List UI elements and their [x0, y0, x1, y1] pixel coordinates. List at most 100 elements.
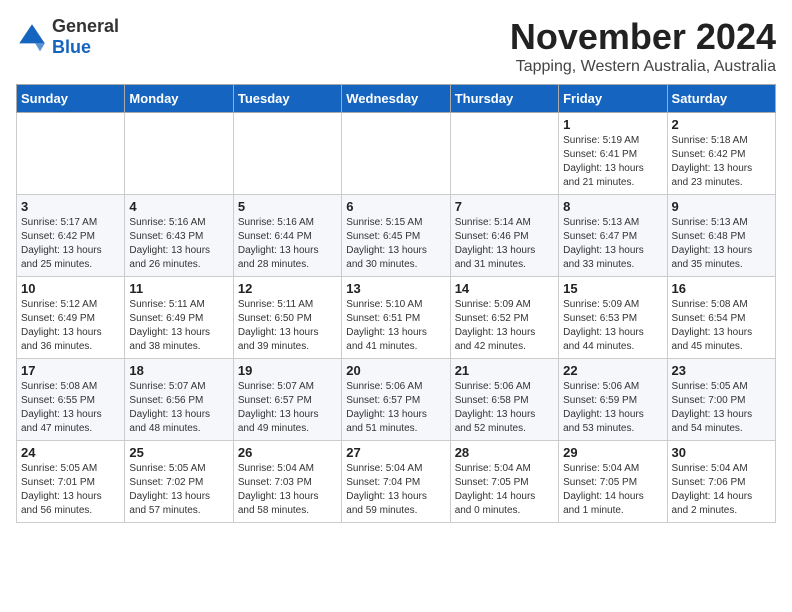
day-info: Sunrise: 5:09 AM Sunset: 6:52 PM Dayligh… — [455, 298, 554, 354]
day-info: Sunrise: 5:16 AM Sunset: 6:44 PM Dayligh… — [238, 216, 337, 272]
day-info: Sunrise: 5:04 AM Sunset: 7:04 PM Dayligh… — [346, 462, 445, 518]
calendar-week-row: 1Sunrise: 5:19 AM Sunset: 6:41 PM Daylig… — [17, 113, 776, 195]
calendar-cell: 10 Sunrise: 5:12 AM Sunset: 6:49 PM Dayli… — [17, 277, 125, 359]
day-info: Sunrise: 5:13 AM Sunset: 6:48 PM Dayligh… — [672, 216, 771, 272]
calendar-cell: 30 Sunrise: 5:04 AM Sunset: 7:06 PM Dayli… — [667, 441, 775, 523]
logo-blue-text: Blue — [52, 37, 119, 58]
weekday-header: Thursday — [450, 85, 558, 113]
day-info: Sunrise: 5:16 AM Sunset: 6:43 PM Dayligh… — [129, 216, 228, 272]
day-info: Sunrise: 5:17 AM Sunset: 6:42 PM Dayligh… — [21, 216, 120, 272]
calendar-cell: 6 Sunrise: 5:15 AM Sunset: 6:45 PM Daylig… — [342, 195, 450, 277]
day-info: Sunrise: 5:07 AM Sunset: 6:57 PM Dayligh… — [238, 380, 337, 436]
calendar-cell — [233, 113, 341, 195]
day-info: Sunrise: 5:05 AM Sunset: 7:01 PM Dayligh… — [21, 462, 120, 518]
day-number: 27 — [346, 445, 445, 460]
calendar-header-row: SundayMondayTuesdayWednesdayThursdayFrid… — [17, 85, 776, 113]
calendar-cell: 28 Sunrise: 5:04 AM Sunset: 7:05 PM Dayli… — [450, 441, 558, 523]
calendar-cell: 14 Sunrise: 5:09 AM Sunset: 6:52 PM Dayli… — [450, 277, 558, 359]
calendar-cell: 20Sunrise: 5:06 AM Sunset: 6:57 PM Dayli… — [342, 359, 450, 441]
weekday-header: Saturday — [667, 85, 775, 113]
day-info: Sunrise: 5:12 AM Sunset: 6:49 PM Dayligh… — [21, 298, 120, 354]
calendar-cell: 18 Sunrise: 5:07 AM Sunset: 6:56 PM Dayli… — [125, 359, 233, 441]
month-title: November 2024 — [510, 16, 776, 58]
calendar-cell: 9 Sunrise: 5:13 AM Sunset: 6:48 PM Daylig… — [667, 195, 775, 277]
logo-general-text: General — [52, 16, 119, 37]
day-number: 3 — [21, 199, 120, 214]
header: General Blue November 2024 Tapping, West… — [16, 16, 776, 76]
day-info: Sunrise: 5:09 AM Sunset: 6:53 PM Dayligh… — [563, 298, 662, 354]
weekday-header: Wednesday — [342, 85, 450, 113]
day-number: 5 — [238, 199, 337, 214]
calendar-cell: 25Sunrise: 5:05 AM Sunset: 7:02 PM Dayli… — [125, 441, 233, 523]
day-number: 2 — [672, 117, 771, 132]
calendar-cell: 23 Sunrise: 5:05 AM Sunset: 7:00 PM Dayli… — [667, 359, 775, 441]
day-number: 10 — [21, 281, 120, 296]
calendar-cell: 24Sunrise: 5:05 AM Sunset: 7:01 PM Dayli… — [17, 441, 125, 523]
calendar-cell: 19 Sunrise: 5:07 AM Sunset: 6:57 PM Dayli… — [233, 359, 341, 441]
calendar-week-row: 10 Sunrise: 5:12 AM Sunset: 6:49 PM Dayli… — [17, 277, 776, 359]
day-number: 16 — [672, 281, 771, 296]
calendar-cell: 17 Sunrise: 5:08 AM Sunset: 6:55 PM Dayli… — [17, 359, 125, 441]
day-number: 19 — [238, 363, 337, 378]
calendar-cell: 26Sunrise: 5:04 AM Sunset: 7:03 PM Dayli… — [233, 441, 341, 523]
day-number: 30 — [672, 445, 771, 460]
day-info: Sunrise: 5:07 AM Sunset: 6:56 PM Dayligh… — [129, 380, 228, 436]
calendar-cell: 16 Sunrise: 5:08 AM Sunset: 6:54 PM Dayli… — [667, 277, 775, 359]
calendar-cell: 12 Sunrise: 5:11 AM Sunset: 6:50 PM Dayli… — [233, 277, 341, 359]
title-area: November 2024 Tapping, Western Australia… — [510, 16, 776, 76]
day-info: Sunrise: 5:15 AM Sunset: 6:45 PM Dayligh… — [346, 216, 445, 272]
day-number: 7 — [455, 199, 554, 214]
day-info: Sunrise: 5:08 AM Sunset: 6:54 PM Dayligh… — [672, 298, 771, 354]
day-info: Sunrise: 5:05 AM Sunset: 7:00 PM Dayligh… — [672, 380, 771, 436]
calendar-cell — [125, 113, 233, 195]
day-info: Sunrise: 5:19 AM Sunset: 6:41 PM Dayligh… — [563, 134, 662, 190]
day-number: 12 — [238, 281, 337, 296]
calendar-table: SundayMondayTuesdayWednesdayThursdayFrid… — [16, 84, 776, 523]
logo: General Blue — [16, 16, 119, 58]
day-info: Sunrise: 5:11 AM Sunset: 6:49 PM Dayligh… — [129, 298, 228, 354]
day-info: Sunrise: 5:04 AM Sunset: 7:05 PM Dayligh… — [455, 462, 554, 518]
day-info: Sunrise: 5:04 AM Sunset: 7:05 PM Dayligh… — [563, 462, 662, 518]
weekday-header: Friday — [559, 85, 667, 113]
day-number: 18 — [129, 363, 228, 378]
calendar-cell: 21 Sunrise: 5:06 AM Sunset: 6:58 PM Dayli… — [450, 359, 558, 441]
day-info: Sunrise: 5:08 AM Sunset: 6:55 PM Dayligh… — [21, 380, 120, 436]
day-number: 11 — [129, 281, 228, 296]
day-info: Sunrise: 5:04 AM Sunset: 7:03 PM Dayligh… — [238, 462, 337, 518]
calendar-week-row: 17 Sunrise: 5:08 AM Sunset: 6:55 PM Dayli… — [17, 359, 776, 441]
location-title: Tapping, Western Australia, Australia — [510, 58, 776, 76]
day-info: Sunrise: 5:14 AM Sunset: 6:46 PM Dayligh… — [455, 216, 554, 272]
calendar-cell: 29Sunrise: 5:04 AM Sunset: 7:05 PM Dayli… — [559, 441, 667, 523]
day-info: Sunrise: 5:11 AM Sunset: 6:50 PM Dayligh… — [238, 298, 337, 354]
calendar-cell: 3 Sunrise: 5:17 AM Sunset: 6:42 PM Daylig… — [17, 195, 125, 277]
calendar-cell: 5 Sunrise: 5:16 AM Sunset: 6:44 PM Daylig… — [233, 195, 341, 277]
logo-icon — [16, 21, 48, 53]
calendar-cell: 27 Sunrise: 5:04 AM Sunset: 7:04 PM Dayli… — [342, 441, 450, 523]
day-info: Sunrise: 5:10 AM Sunset: 6:51 PM Dayligh… — [346, 298, 445, 354]
weekday-header: Monday — [125, 85, 233, 113]
day-number: 13 — [346, 281, 445, 296]
day-number: 9 — [672, 199, 771, 214]
day-info: Sunrise: 5:18 AM Sunset: 6:42 PM Dayligh… — [672, 134, 771, 190]
calendar-week-row: 3 Sunrise: 5:17 AM Sunset: 6:42 PM Daylig… — [17, 195, 776, 277]
day-number: 14 — [455, 281, 554, 296]
calendar-cell — [450, 113, 558, 195]
calendar-cell: 8Sunrise: 5:13 AM Sunset: 6:47 PM Daylig… — [559, 195, 667, 277]
calendar-cell: 22Sunrise: 5:06 AM Sunset: 6:59 PM Dayli… — [559, 359, 667, 441]
calendar-cell — [17, 113, 125, 195]
calendar-week-row: 24Sunrise: 5:05 AM Sunset: 7:01 PM Dayli… — [17, 441, 776, 523]
day-info: Sunrise: 5:04 AM Sunset: 7:06 PM Dayligh… — [672, 462, 771, 518]
day-number: 17 — [21, 363, 120, 378]
day-number: 23 — [672, 363, 771, 378]
day-info: Sunrise: 5:13 AM Sunset: 6:47 PM Dayligh… — [563, 216, 662, 272]
calendar-cell: 13 Sunrise: 5:10 AM Sunset: 6:51 PM Dayli… — [342, 277, 450, 359]
calendar-cell: 4Sunrise: 5:16 AM Sunset: 6:43 PM Daylig… — [125, 195, 233, 277]
day-number: 28 — [455, 445, 554, 460]
calendar-body: 1Sunrise: 5:19 AM Sunset: 6:41 PM Daylig… — [17, 113, 776, 523]
day-number: 21 — [455, 363, 554, 378]
day-info: Sunrise: 5:05 AM Sunset: 7:02 PM Dayligh… — [129, 462, 228, 518]
day-number: 6 — [346, 199, 445, 214]
day-info: Sunrise: 5:06 AM Sunset: 6:58 PM Dayligh… — [455, 380, 554, 436]
calendar-cell: 1Sunrise: 5:19 AM Sunset: 6:41 PM Daylig… — [559, 113, 667, 195]
weekday-header: Sunday — [17, 85, 125, 113]
